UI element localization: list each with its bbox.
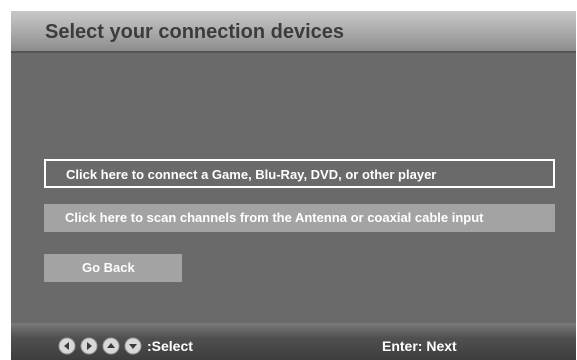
page-title: Select your connection devices	[45, 21, 344, 43]
go-back-label: Go Back	[82, 260, 135, 275]
go-back-button[interactable]: Go Back	[44, 254, 182, 282]
tv-menu-screen: Select your connection devices Click her…	[11, 11, 576, 360]
enter-next-hint: Enter: Next	[382, 338, 457, 354]
scan-channels-label: Click here to scan channels from the Ant…	[65, 210, 484, 225]
select-hint: :Select	[147, 338, 193, 354]
arrow-right-icon	[80, 337, 98, 355]
header-divider	[11, 51, 576, 53]
connect-player-button[interactable]: Click here to connect a Game, Blu-Ray, D…	[44, 159, 555, 188]
menu-header: Select your connection devices	[11, 11, 576, 51]
arrow-up-icon	[102, 337, 120, 355]
connect-player-label: Click here to connect a Game, Blu-Ray, D…	[66, 167, 437, 182]
footer-bar: :Select Enter: Next	[11, 323, 576, 360]
arrow-left-icon	[58, 337, 76, 355]
arrow-down-icon	[124, 337, 142, 355]
scan-channels-button[interactable]: Click here to scan channels from the Ant…	[44, 204, 555, 232]
